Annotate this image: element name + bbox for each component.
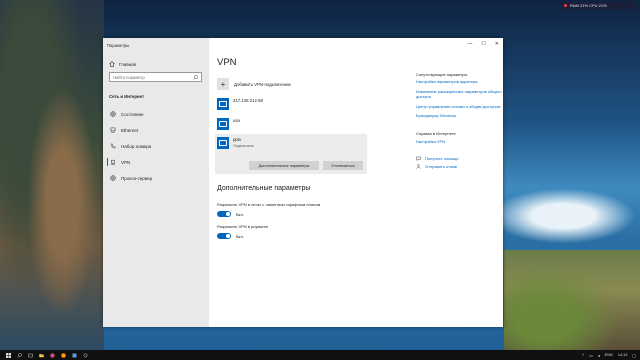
sidebar-item-label: Прокси-сервер	[121, 175, 153, 181]
browser-icon[interactable]	[50, 352, 55, 358]
advanced-section-title: Дополнительные параметры	[217, 185, 311, 192]
settings-gear-icon[interactable]	[83, 353, 88, 358]
language-indicator[interactable]: ENG	[605, 353, 613, 357]
wallpaper-cliff	[0, 0, 104, 350]
wallpaper-hill	[504, 250, 640, 350]
related-header: Сопутствующие параметры	[416, 72, 468, 77]
clock[interactable]: 14:13	[618, 353, 628, 357]
notifications-icon[interactable]: ▢	[632, 353, 636, 358]
maximize-button[interactable]: ☐	[481, 41, 485, 47]
system-monitor-text: RAM 21% CPU 21%	[570, 3, 607, 8]
sidebar-item-ethernet[interactable]: Ethernet	[107, 122, 207, 138]
close-button[interactable]: ✕	[495, 41, 499, 47]
main-pane: — ☐ ✕ VPN + Добавить VPN-подключение 217…	[209, 38, 503, 327]
sidebar-item-status[interactable]: Состояние	[107, 106, 207, 122]
ethernet-icon	[110, 127, 116, 133]
home-icon	[109, 61, 115, 67]
search-icon	[193, 74, 198, 80]
sidebar-item-label: VPN	[121, 159, 131, 165]
vpn-connection-icon	[217, 118, 229, 130]
add-vpn-button[interactable]: + Добавить VPN-подключение	[217, 78, 291, 90]
get-help-label: Получить помощь	[425, 156, 459, 162]
vpn-connection-item-selected[interactable]: pptx Подключено	[217, 137, 254, 149]
vpn-connection-name: usa	[233, 118, 240, 123]
sidebar-item-vpn[interactable]: VPN	[107, 154, 207, 170]
system-tray: ˄ ▭ ◂ ENG 14:13 ▢	[582, 350, 636, 360]
sidebar-item-label: Состояние	[121, 111, 144, 117]
network-icon[interactable]: ▭	[589, 353, 593, 358]
sidebar-item-proxy[interactable]: Прокси-сервер	[107, 170, 207, 186]
roaming-option-label: Разрешить VPN в роуминге	[217, 224, 269, 229]
plus-icon: +	[217, 78, 229, 90]
media-player-icon[interactable]	[61, 352, 66, 358]
add-vpn-label: Добавить VPN-подключение	[234, 81, 291, 87]
vpn-connection-name: 217.138.212.58	[233, 98, 263, 103]
link-network-center[interactable]: Центр управления сетями и общим доступом	[416, 104, 504, 109]
globe-icon	[110, 175, 116, 181]
link-sharing-settings[interactable]: Изменение расширенных параметров общего …	[416, 89, 504, 100]
vpn-connection-status: Подключено	[233, 144, 254, 148]
chevron-up-icon[interactable]: ˄	[582, 353, 584, 357]
vpn-icon	[110, 159, 116, 165]
disconnect-button[interactable]: Отключиться	[323, 161, 363, 170]
help-header: Справка в Интернете	[416, 131, 456, 137]
start-icon[interactable]	[6, 352, 11, 358]
vpn-connection-item[interactable]: usa	[217, 118, 240, 130]
settings-window: Параметры Главная Сеть и Интернет Состоя…	[103, 38, 503, 327]
home-label: Главная	[119, 61, 137, 67]
phone-icon	[110, 143, 116, 149]
page-title: VPN	[217, 57, 237, 68]
taskbar: ˄ ▭ ◂ ENG 14:13 ▢	[0, 350, 640, 360]
system-monitor-widget: RAM 21% CPU 21%	[562, 2, 636, 9]
record-icon	[564, 4, 567, 7]
toggle-switch[interactable]	[217, 211, 231, 217]
toggle-state: Вкл.	[236, 211, 244, 217]
sidebar-nav: Состояние Ethernet Набор номера VPN Прок…	[107, 106, 207, 186]
search-box[interactable]	[109, 72, 202, 82]
feedback-link[interactable]: Отправить отзыв	[416, 164, 504, 169]
roaming-toggle[interactable]: Вкл.	[217, 233, 244, 239]
sidebar: Параметры Главная Сеть и Интернет Состоя…	[103, 38, 209, 327]
vpn-connection-name: pptx	[233, 137, 242, 142]
metered-option-label: Разрешить VPN в сетях с лимитным тарифны…	[217, 202, 321, 207]
window-title: Параметры	[107, 43, 130, 48]
person-icon	[416, 164, 421, 169]
vpn-connection-icon	[217, 98, 229, 110]
toggle-switch[interactable]	[217, 233, 231, 239]
sidebar-item-dialup[interactable]: Набор номера	[107, 138, 207, 154]
minimize-button[interactable]: —	[467, 41, 472, 47]
chat-icon	[416, 157, 421, 162]
search-input[interactable]	[113, 74, 191, 80]
metered-toggle[interactable]: Вкл.	[217, 211, 244, 217]
feedback-label: Отправить отзыв	[425, 163, 457, 169]
sidebar-section-title: Сеть и Интернет	[109, 94, 145, 99]
sidebar-item-label: Набор номера	[121, 143, 152, 149]
search-icon[interactable]	[17, 352, 22, 358]
sidebar-item-label: Ethernet	[121, 127, 139, 133]
toggle-state: Вкл.	[236, 233, 244, 239]
folder-icon[interactable]	[39, 353, 44, 358]
task-view-icon[interactable]	[28, 353, 33, 358]
app-icon[interactable]	[72, 353, 77, 358]
vpn-connection-item[interactable]: 217.138.212.58	[217, 98, 263, 110]
advanced-options-button[interactable]: Дополнительные параметры	[249, 161, 319, 170]
volume-icon[interactable]: ◂	[598, 353, 600, 358]
vpn-connection-icon	[217, 137, 229, 149]
related-settings: Сопутствующие параметры Настройка параме…	[416, 72, 504, 169]
window-controls: — ☐ ✕	[467, 41, 499, 47]
home-link[interactable]: Главная	[109, 61, 136, 67]
globe-icon	[110, 111, 116, 117]
